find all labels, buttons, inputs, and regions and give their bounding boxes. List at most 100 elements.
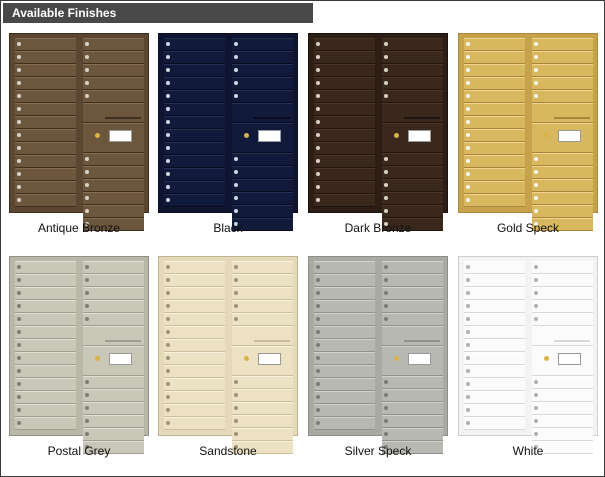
lock-icon xyxy=(166,421,170,425)
mailbox-door xyxy=(232,274,293,287)
mailbox-door xyxy=(83,389,144,402)
lock-icon xyxy=(466,343,470,347)
lock-icon xyxy=(534,317,538,321)
mailbox-door xyxy=(164,181,225,194)
lock-icon xyxy=(234,393,238,397)
mailbox-door xyxy=(164,287,225,300)
lock-icon xyxy=(384,380,388,384)
mailbox-door xyxy=(15,274,76,287)
mailbox-door xyxy=(15,129,76,142)
lock-icon xyxy=(17,330,21,334)
lock-icon xyxy=(466,94,470,98)
mailbox-door xyxy=(15,261,76,274)
slot-opening xyxy=(404,117,440,119)
mailbox-door xyxy=(464,64,525,77)
lock-icon xyxy=(17,42,21,46)
mailbox-door xyxy=(232,376,293,389)
lock-icon xyxy=(316,369,320,373)
mailbox-door xyxy=(464,194,525,207)
mailbox-door xyxy=(464,103,525,116)
mailbox-door xyxy=(382,376,443,389)
mailbox-door xyxy=(464,339,525,352)
label-plate xyxy=(408,130,431,142)
lock-icon xyxy=(17,107,21,111)
mailbox-door xyxy=(464,116,525,129)
lock-icon xyxy=(234,68,238,72)
mailbox-door xyxy=(314,64,375,77)
lock-icon xyxy=(166,120,170,124)
lock-icon xyxy=(534,304,538,308)
lock-icon xyxy=(316,265,320,269)
mailbox-door xyxy=(464,404,525,417)
mailbox-door xyxy=(232,428,293,441)
mailbox-door xyxy=(382,51,443,64)
lock-icon xyxy=(234,94,238,98)
mailbox-door xyxy=(532,428,593,441)
mailbox-door xyxy=(314,181,375,194)
lock-icon xyxy=(316,382,320,386)
lock-icon xyxy=(85,291,89,295)
mailbox-door xyxy=(314,300,375,313)
lock-icon xyxy=(166,94,170,98)
lock-icon xyxy=(316,42,320,46)
mailbox-door xyxy=(382,38,443,51)
finish-swatch: White xyxy=(458,256,598,458)
mailbox-image xyxy=(308,33,448,231)
lock-icon xyxy=(166,330,170,334)
mailbox-door xyxy=(314,51,375,64)
lock-icon xyxy=(466,120,470,124)
mailbox-door xyxy=(83,376,144,389)
lock-icon xyxy=(384,55,388,59)
lock-icon xyxy=(85,94,89,98)
mailbox-door xyxy=(314,391,375,404)
slot-opening xyxy=(554,117,590,119)
lock-icon xyxy=(85,81,89,85)
lock-icon xyxy=(166,408,170,412)
lock-icon xyxy=(17,146,21,150)
mailbox-door xyxy=(83,192,144,205)
mailbox-door xyxy=(83,287,144,300)
lock-icon xyxy=(534,68,538,72)
slot-opening xyxy=(105,117,141,119)
lock-icon xyxy=(234,81,238,85)
mailbox-door xyxy=(83,166,144,179)
mailbox-door xyxy=(232,402,293,415)
lock-icon xyxy=(534,196,538,200)
lock-icon xyxy=(17,172,21,176)
lock-icon xyxy=(166,395,170,399)
mailbox-door xyxy=(232,287,293,300)
lock-icon xyxy=(166,382,170,386)
lock-icon xyxy=(17,421,21,425)
mailbox-door xyxy=(382,402,443,415)
lock-icon xyxy=(534,393,538,397)
mailbox-door xyxy=(314,90,375,103)
mailbox-door xyxy=(15,155,76,168)
mailbox-door xyxy=(15,300,76,313)
mailbox-door xyxy=(382,287,443,300)
mailbox-door xyxy=(532,261,593,274)
lock-icon xyxy=(85,317,89,321)
mailbox-door xyxy=(164,313,225,326)
lock-icon xyxy=(166,185,170,189)
mailbox-door xyxy=(314,404,375,417)
mailbox-door xyxy=(464,181,525,194)
mailbox-door xyxy=(382,389,443,402)
lock-icon xyxy=(316,330,320,334)
lock-icon xyxy=(316,133,320,137)
lock-icon xyxy=(384,317,388,321)
mailbox-door xyxy=(232,415,293,428)
lock-icon xyxy=(466,395,470,399)
mailbox-door xyxy=(15,142,76,155)
mailbox-door xyxy=(164,64,225,77)
mailbox-door xyxy=(232,51,293,64)
mailbox-door xyxy=(15,417,76,430)
mailbox-door xyxy=(314,168,375,181)
mailbox-image xyxy=(458,33,598,231)
mailbox-door xyxy=(164,194,225,207)
mailbox-door xyxy=(15,404,76,417)
lock-icon xyxy=(466,81,470,85)
lock-icon xyxy=(244,356,249,361)
lock-icon xyxy=(466,291,470,295)
mailbox-door xyxy=(164,261,225,274)
mailbox-door xyxy=(464,51,525,64)
